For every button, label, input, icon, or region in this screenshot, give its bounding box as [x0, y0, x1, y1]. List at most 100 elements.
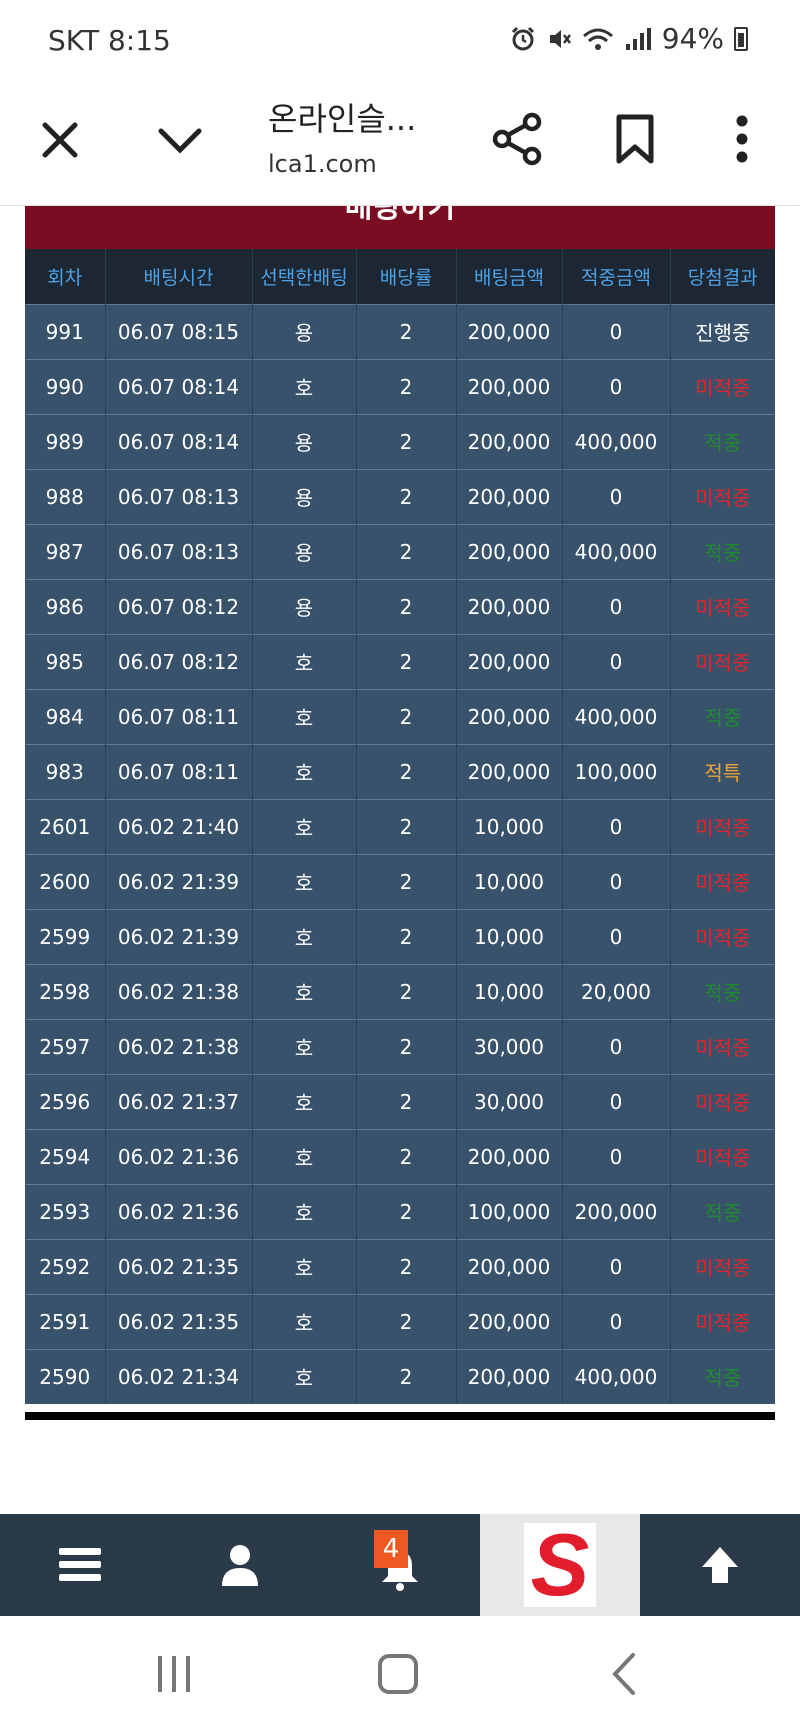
- status-icons: 94%: [510, 22, 748, 55]
- round-cell: 2591: [25, 1293, 106, 1349]
- win-amount-cell: 0: [562, 798, 671, 854]
- column-header: 당첨결과: [670, 249, 775, 304]
- win-amount-cell: 200,000: [562, 1183, 671, 1239]
- table-row: 983 06.07 08:11 호 2 200,000 100,000 적특: [25, 743, 775, 799]
- page-title: 온라인슬...: [268, 100, 417, 138]
- close-button[interactable]: [30, 110, 90, 170]
- chevron-down-icon: [158, 128, 202, 154]
- table-row: 2596 06.02 21:37 호 2 30,000 0 미적중: [25, 1073, 775, 1129]
- site-logo-button[interactable]: S: [480, 1514, 640, 1616]
- page-url[interactable]: lca1.com: [268, 150, 377, 178]
- share-button[interactable]: [486, 108, 548, 170]
- round-cell: 2593: [25, 1183, 106, 1239]
- result-cell: 미적중: [670, 578, 775, 634]
- recent-apps-button[interactable]: [134, 1644, 214, 1704]
- table-row: 989 06.07 08:14 용 2 200,000 400,000 적중: [25, 413, 775, 469]
- result-cell: 미적중: [670, 1293, 775, 1349]
- bet-amount-cell: 10,000: [456, 853, 563, 909]
- odds-cell: 2: [356, 1183, 457, 1239]
- time-cell: 06.07 08:12: [105, 578, 253, 634]
- notifications-button[interactable]: 4: [320, 1514, 480, 1616]
- expand-button[interactable]: [150, 110, 210, 170]
- back-button[interactable]: [584, 1644, 664, 1704]
- result-cell: 미적중: [670, 468, 775, 524]
- pick-cell: 용: [252, 578, 357, 634]
- table-row: 2590 06.02 21:34 호 2 200,000 400,000 적중: [25, 1348, 775, 1404]
- home-button[interactable]: [358, 1644, 438, 1704]
- bet-amount-cell: 200,000: [456, 578, 563, 634]
- win-amount-cell: 0: [562, 1073, 671, 1129]
- time-cell: 06.02 21:35: [105, 1293, 253, 1349]
- signal-icon: [625, 27, 651, 50]
- win-amount-cell: 0: [562, 1293, 671, 1349]
- win-amount-cell: 0: [562, 1018, 671, 1074]
- result-cell: 미적중: [670, 908, 775, 964]
- round-cell: 987: [25, 523, 106, 579]
- odds-cell: 2: [356, 303, 457, 359]
- pick-cell: 호: [252, 358, 357, 414]
- round-cell: 2597: [25, 1018, 106, 1074]
- pick-cell: 호: [252, 908, 357, 964]
- table-row: 984 06.07 08:11 호 2 200,000 400,000 적중: [25, 688, 775, 744]
- odds-cell: 2: [356, 468, 457, 524]
- user-icon: [222, 1545, 258, 1586]
- table-row: 2594 06.02 21:36 호 2 200,000 0 미적중: [25, 1128, 775, 1184]
- wifi-icon: [582, 28, 613, 50]
- bet-amount-cell: 200,000: [456, 1238, 563, 1294]
- time-cell: 06.07 08:11: [105, 743, 253, 799]
- bet-amount-cell: 10,000: [456, 798, 563, 854]
- win-amount-cell: 0: [562, 1238, 671, 1294]
- mute-icon: [549, 29, 571, 48]
- pick-cell: 호: [252, 853, 357, 909]
- bet-amount-cell: 200,000: [456, 1128, 563, 1184]
- odds-cell: 2: [356, 963, 457, 1019]
- table-row: 991 06.07 08:15 용 2 200,000 0 진행중: [25, 303, 775, 359]
- user-button[interactable]: [160, 1514, 320, 1616]
- more-menu-button[interactable]: [712, 108, 772, 170]
- notification-badge: 4: [374, 1530, 408, 1568]
- bet-amount-cell: 200,000: [456, 523, 563, 579]
- result-cell: 적특: [670, 743, 775, 799]
- bet-amount-cell: 30,000: [456, 1073, 563, 1129]
- table-row: 2592 06.02 21:35 호 2 200,000 0 미적중: [25, 1238, 775, 1294]
- bookmark-icon: [616, 114, 654, 164]
- pick-cell: 호: [252, 798, 357, 854]
- time-cell: 06.02 21:38: [105, 1018, 253, 1074]
- table-row: 987 06.07 08:13 용 2 200,000 400,000 적중: [25, 523, 775, 579]
- round-cell: 2596: [25, 1073, 106, 1129]
- pick-cell: 호: [252, 1238, 357, 1294]
- round-cell: 985: [25, 633, 106, 689]
- result-cell: 적중: [670, 1348, 775, 1404]
- time-cell: 06.02 21:40: [105, 798, 253, 854]
- bet-amount-cell: 30,000: [456, 1018, 563, 1074]
- odds-cell: 2: [356, 358, 457, 414]
- win-amount-cell: 400,000: [562, 523, 671, 579]
- round-cell: 2599: [25, 908, 106, 964]
- table-row: 986 06.07 08:12 용 2 200,000 0 미적중: [25, 578, 775, 634]
- carrier-time: SKT 8:15: [48, 24, 171, 57]
- odds-cell: 2: [356, 688, 457, 744]
- bookmark-button[interactable]: [604, 108, 666, 170]
- bet-header[interactable]: 배팅하기: [25, 206, 775, 254]
- pick-cell: 호: [252, 1128, 357, 1184]
- result-cell: 적중: [670, 1183, 775, 1239]
- share-icon: [492, 112, 542, 166]
- win-amount-cell: 0: [562, 468, 671, 524]
- menu-button[interactable]: [0, 1514, 160, 1616]
- time-cell: 06.02 21:34: [105, 1348, 253, 1404]
- round-cell: 983: [25, 743, 106, 799]
- alarm-icon: [511, 26, 534, 50]
- round-cell: 2592: [25, 1238, 106, 1294]
- scroll-top-button[interactable]: [640, 1514, 800, 1616]
- odds-cell: 2: [356, 1238, 457, 1294]
- time-cell: 06.07 08:12: [105, 633, 253, 689]
- bet-amount-cell: 10,000: [456, 908, 563, 964]
- battery-text: 94%: [661, 22, 724, 55]
- bet-amount-cell: 200,000: [456, 303, 563, 359]
- win-amount-cell: 0: [562, 853, 671, 909]
- home-icon: [378, 1654, 418, 1694]
- column-header: 회차: [25, 249, 106, 304]
- win-amount-cell: 400,000: [562, 688, 671, 744]
- pick-cell: 용: [252, 523, 357, 579]
- round-cell: 989: [25, 413, 106, 469]
